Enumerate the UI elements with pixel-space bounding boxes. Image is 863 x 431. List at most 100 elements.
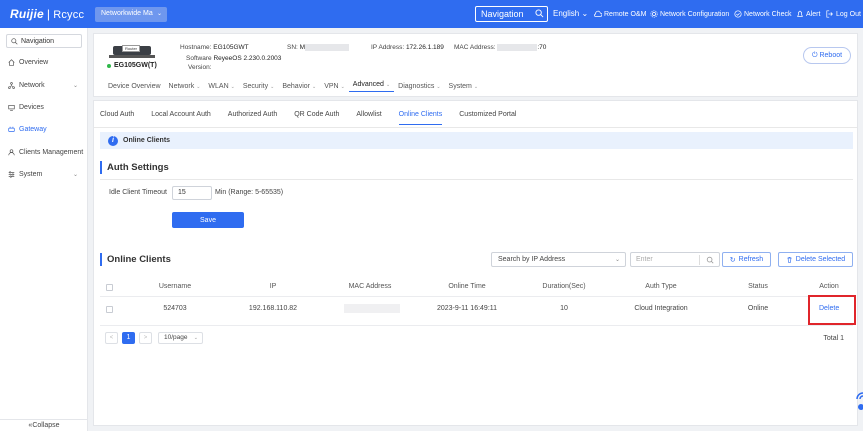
per-page-select[interactable]: 10/page ⌄ xyxy=(158,332,203,344)
top-bar: Ruijie | Rcycc Networkwide Ma ⌄ Navigation… xyxy=(0,0,863,28)
tab-behavior[interactable]: Behavior ⌄ xyxy=(278,81,320,92)
network-configuration-link[interactable]: Network Configuration xyxy=(650,10,729,18)
network-icon xyxy=(8,82,15,89)
collapse-button[interactable]: «Collapse xyxy=(0,419,88,431)
version-label: Version: xyxy=(188,64,212,71)
ip-label: IP Address: xyxy=(371,44,405,51)
sidebar-item-devices[interactable]: Devices xyxy=(8,104,86,111)
alert-link[interactable]: Alert xyxy=(796,10,820,18)
sidebar-navigation-label: Navigation xyxy=(21,37,55,45)
chevron-down-icon: ⌄ xyxy=(230,83,235,90)
column-header-status: Status xyxy=(748,283,768,290)
subtab-qr-code-auth[interactable]: QR Code Auth xyxy=(294,111,339,125)
ip-line: IP Address: 172.26.1.189 xyxy=(371,44,444,51)
chevron-down-icon: ⌄ xyxy=(385,81,391,88)
auth-settings-title: Auth Settings xyxy=(100,161,169,174)
search-type-select[interactable]: Search by IP Address ⌄ xyxy=(491,252,626,267)
hostname-label: Hostname: xyxy=(180,44,212,51)
auth-sub-tabs: Cloud Auth Local Account Auth Authorized… xyxy=(100,111,516,125)
refresh-button[interactable]: ↻ Refresh xyxy=(722,252,771,267)
subtab-customized-portal[interactable]: Customized Portal xyxy=(459,111,516,125)
row-checkbox[interactable] xyxy=(106,306,113,313)
navigation-search[interactable]: Navigation xyxy=(475,6,548,22)
sn-line: SN: M xyxy=(287,44,350,51)
tab-wlan[interactable]: WLAN ⌄ xyxy=(204,81,238,92)
clients-icon xyxy=(8,149,15,156)
language-select[interactable]: English ⌄ xyxy=(553,9,588,18)
logout-icon xyxy=(826,10,833,18)
tab-label: Advanced xyxy=(352,81,384,88)
logo-separator: | xyxy=(46,7,51,21)
software-label: Software xyxy=(186,55,212,62)
tab-network[interactable]: Network ⌄ xyxy=(165,81,205,92)
search-input-divider xyxy=(699,255,700,265)
device-model: EG105GW(T) xyxy=(107,62,157,69)
page-1-button[interactable]: 1 xyxy=(122,332,135,344)
tab-system[interactable]: System ⌄ xyxy=(445,81,483,92)
cloud-icon xyxy=(594,10,602,17)
info-banner: i Online Clients xyxy=(100,132,853,149)
language-label: English xyxy=(553,9,580,18)
idle-timeout-input[interactable]: 15 xyxy=(172,186,212,200)
tab-label: VPN xyxy=(324,83,339,90)
per-page-value: 10/page xyxy=(164,334,188,341)
highlight-box xyxy=(808,295,856,325)
chevron-down-icon: ⌄ xyxy=(473,83,479,90)
sidebar-navigation-search[interactable]: Navigation xyxy=(6,34,82,48)
search-icon[interactable] xyxy=(706,256,714,264)
floating-help-icon[interactable] xyxy=(853,389,863,415)
cell-auth-type: Cloud Integration xyxy=(634,305,688,312)
idle-timeout-unit: Min (Range: 5-65535) xyxy=(215,189,284,196)
tab-label: Device Overview xyxy=(108,83,161,90)
devices-icon xyxy=(8,105,15,111)
subtab-allowlist[interactable]: Allowlist xyxy=(356,111,381,125)
ruijie-logo[interactable]: Ruijie | Rcycc xyxy=(10,7,84,21)
reboot-button[interactable]: ⏻ Reboot xyxy=(803,47,851,64)
search-input-placeholder: Enter xyxy=(636,256,653,263)
tab-security[interactable]: Security ⌄ xyxy=(239,81,279,92)
info-icon: i xyxy=(108,135,118,146)
prev-page-button[interactable]: < xyxy=(105,332,118,344)
save-button[interactable]: Save xyxy=(172,212,244,228)
next-page-button[interactable]: > xyxy=(139,332,152,344)
sidebar-item-label: Network xyxy=(19,82,45,89)
search-icon[interactable] xyxy=(535,9,544,18)
subtab-authorized-auth[interactable]: Authorized Auth xyxy=(228,111,277,125)
subtab-local-account-auth[interactable]: Local Account Auth xyxy=(151,111,211,125)
device-model-text: EG105GW(T) xyxy=(114,62,157,69)
tab-advanced[interactable]: Advanced ⌄ xyxy=(348,81,395,92)
tab-vpn[interactable]: VPN ⌄ xyxy=(320,81,349,92)
remote-om-link[interactable]: Remote O&M xyxy=(594,10,646,18)
chevron-down-icon: ⌄ xyxy=(436,83,441,90)
subtab-online-clients[interactable]: Online Clients xyxy=(398,111,443,125)
network-check-link[interactable]: Network Check xyxy=(734,10,791,18)
logout-link[interactable]: Log Out xyxy=(826,10,861,18)
search-input[interactable]: Enter xyxy=(630,252,720,267)
sidebar: Navigation Overview Network ⌄ Devices Ga… xyxy=(0,28,88,431)
network-configuration-label: Network Configuration xyxy=(660,10,730,18)
logout-label: Log Out xyxy=(836,10,861,18)
cell-duration: 10 xyxy=(560,305,568,312)
tab-label: Behavior xyxy=(282,83,310,90)
sidebar-item-overview[interactable]: Overview xyxy=(8,59,86,66)
cell-online-time: 2023-9-11 16:49:11 xyxy=(436,305,498,312)
sidebar-item-network[interactable]: Network ⌄ xyxy=(8,82,86,89)
delete-selected-button[interactable]: Delete Selected xyxy=(778,252,853,267)
sidebar-item-system[interactable]: System ⌄ xyxy=(8,171,86,178)
column-header-action: Action xyxy=(819,283,839,290)
subtab-cloud-auth[interactable]: Cloud Auth xyxy=(100,111,134,125)
refresh-label: Refresh xyxy=(738,256,764,263)
main-tabs: Device Overview Network ⌄ WLAN ⌄ Security ⌄… xyxy=(104,81,482,92)
sidebar-item-clients-management[interactable]: Clients Management xyxy=(8,149,86,156)
alert-icon xyxy=(797,10,803,17)
total-count: Total 1 xyxy=(823,335,844,342)
table-row-divider xyxy=(100,325,853,326)
tab-device-overview[interactable]: Device Overview xyxy=(104,81,165,92)
select-all-checkbox[interactable] xyxy=(106,284,113,291)
cell-status: Online xyxy=(747,305,769,312)
tab-diagnostics[interactable]: Diagnostics ⌄ xyxy=(394,81,444,92)
network-select[interactable]: Networkwide Ma ⌄ xyxy=(95,7,167,22)
column-header-mac: MAC Address xyxy=(348,283,392,290)
redacted-mac xyxy=(497,44,538,51)
sidebar-item-gateway[interactable]: Gateway xyxy=(8,126,86,133)
